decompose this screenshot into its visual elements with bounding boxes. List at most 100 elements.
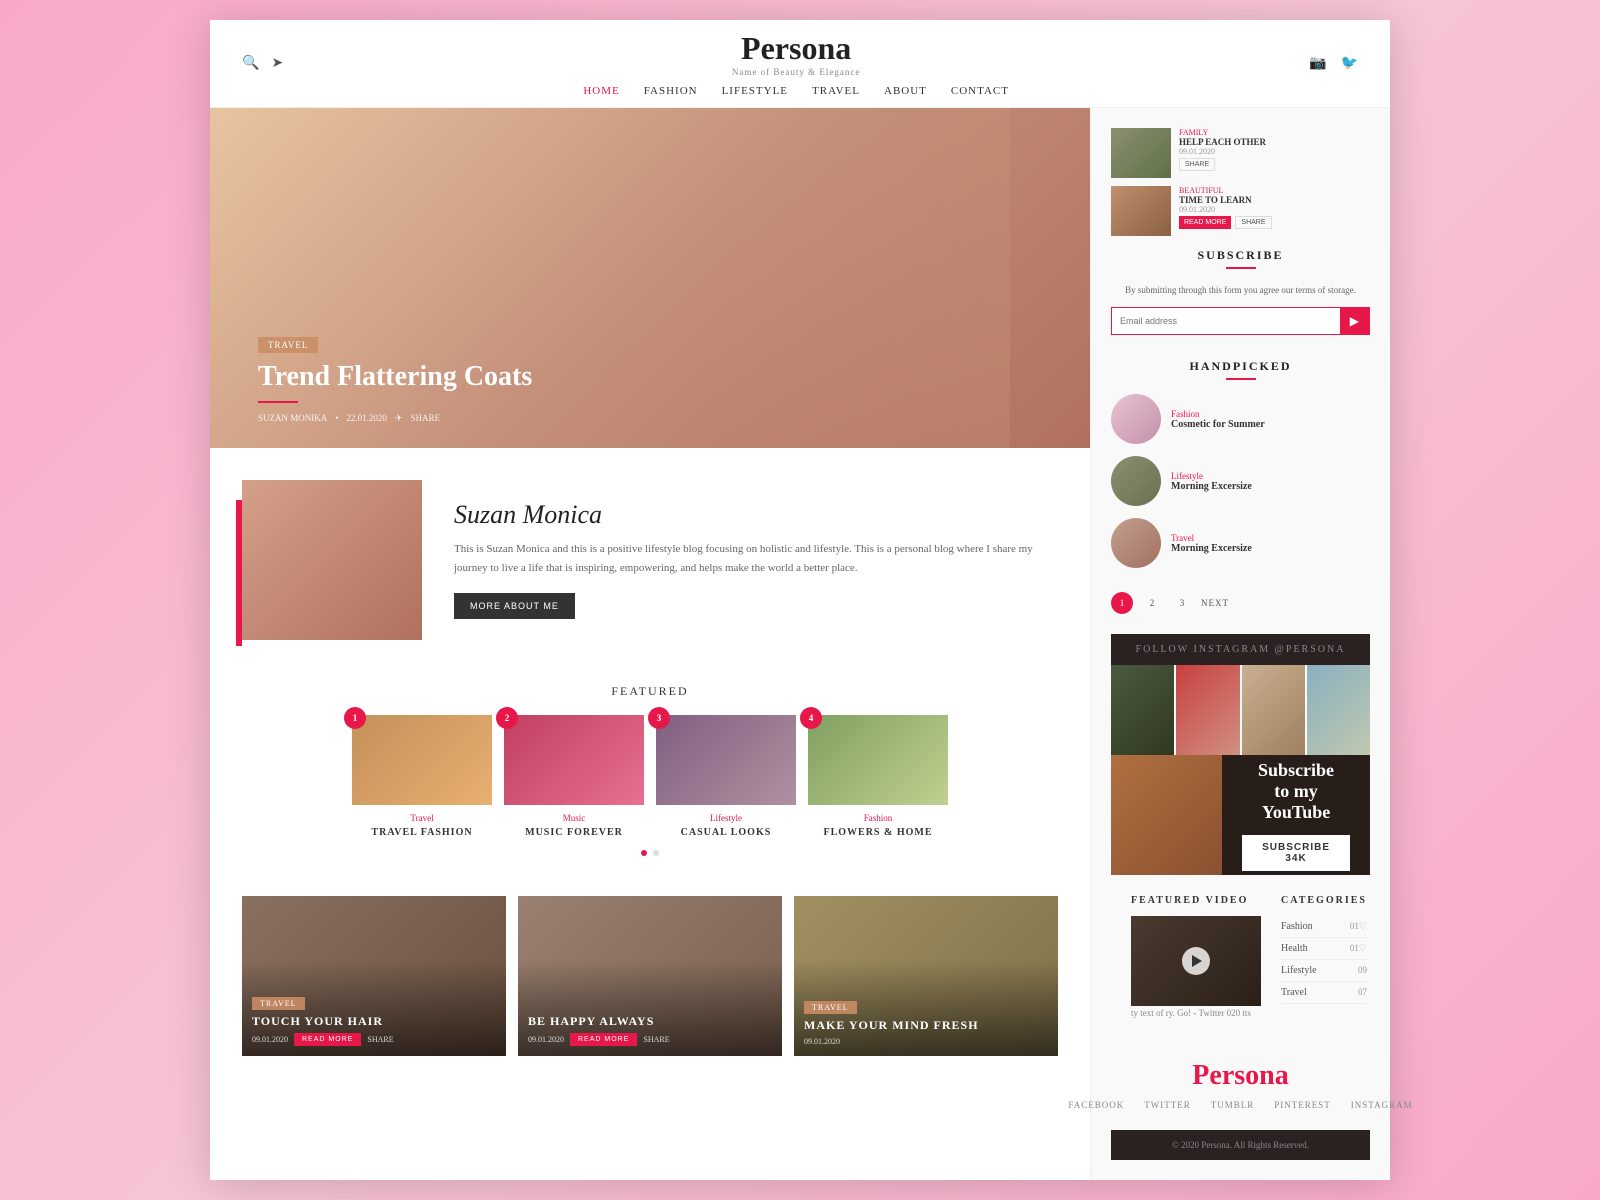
- insta-thumb-4[interactable]: [1307, 665, 1370, 755]
- hero-share: ✈: [395, 413, 403, 424]
- header: 🔍 ➤ Persona Name of Beauty & Elegance HO…: [210, 20, 1390, 108]
- footer-instagram[interactable]: INSTAGRAM: [1351, 1100, 1413, 1110]
- featured-item-1: 1 Travel TRAVEL FASHION: [352, 715, 492, 838]
- footer-logo: Persona: [1131, 1060, 1350, 1092]
- hero-title: Trend Flattering Coats: [258, 361, 532, 393]
- featured-label-1: TRAVEL FASHION: [352, 827, 492, 838]
- bottom-card-content-3: TRAVEL Make Your Mind Fresh 09.01.2020: [794, 896, 1058, 1056]
- handpicked-cat-3: Travel: [1171, 533, 1252, 543]
- bottom-card-meta-1: 09.01.2020 READ MORE SHARE: [252, 1033, 496, 1046]
- logo-rest: ersona: [761, 30, 852, 66]
- about-btn[interactable]: MORE ABOUT ME: [454, 593, 575, 619]
- footer-tumblr[interactable]: TUMBLR: [1211, 1100, 1255, 1110]
- hero-separator: •: [335, 413, 338, 423]
- share-btn-1[interactable]: SHARE: [1179, 158, 1215, 171]
- twitter-icon[interactable]: 🐦: [1341, 55, 1358, 72]
- subscribe-input[interactable]: [1112, 308, 1340, 334]
- featured-num-2: 2: [496, 707, 518, 729]
- read-more-btn-2[interactable]: READ MORE: [570, 1033, 637, 1046]
- youtube-content: Subscribeto my YouTube SUBSCRIBE 34K: [1222, 755, 1370, 875]
- page-2[interactable]: 2: [1141, 592, 1163, 614]
- footer-facebook[interactable]: FACEBOOK: [1068, 1100, 1124, 1110]
- cat-row-travel: Travel 07: [1281, 982, 1367, 1004]
- header-left: 🔍 ➤: [242, 55, 283, 72]
- featured-label-3: CASUAL LOOKS: [656, 827, 796, 838]
- youtube-section: Subscribeto my YouTube SUBSCRIBE 34K: [1111, 755, 1370, 875]
- instagram-icon[interactable]: 📷: [1309, 55, 1326, 72]
- bottom-card-date-2: 09.01.2020: [528, 1035, 564, 1044]
- footer-twitter[interactable]: TWITTER: [1144, 1100, 1191, 1110]
- read-more-btn-1[interactable]: READ MORE: [294, 1033, 361, 1046]
- youtube-image: [1111, 755, 1222, 875]
- cat-count-lifestyle: 09: [1358, 965, 1367, 976]
- dot-2[interactable]: [653, 850, 659, 856]
- handpicked-thumb-3: [1111, 518, 1161, 568]
- page-next[interactable]: NEXT: [1201, 598, 1229, 608]
- nav-travel[interactable]: TRAVEL: [812, 85, 860, 97]
- about-content: Suzan Monica This is Suzan Monica and th…: [454, 500, 1058, 619]
- video-thumbnail[interactable]: [1131, 916, 1261, 1006]
- nav-contact[interactable]: CONTACT: [951, 85, 1009, 97]
- featured-label-4: FLOWERS & HOME: [808, 827, 948, 838]
- sidebar-post-date-2: 09.01.2020: [1179, 205, 1272, 214]
- cat-row-fashion: Fashion 01♡: [1281, 916, 1367, 938]
- handpicked-label-1: Cosmetic for Summer: [1171, 419, 1265, 430]
- arrow-icon[interactable]: ➤: [271, 55, 283, 72]
- handpicked-label-3: Morning Excersize: [1171, 543, 1252, 554]
- bottom-card-2: BE HAPPY ALWAYS 09.01.2020 READ MORE SHA…: [518, 896, 782, 1056]
- featured-title: FEATURED: [242, 684, 1058, 699]
- sidebar-recent-posts: FAMILY HELP EACH OTHER 09.01.2020 SHARE …: [1111, 128, 1370, 236]
- insta-thumb-2[interactable]: [1176, 665, 1239, 755]
- sidebar-post-cat-2: BEAUTIFUL: [1179, 186, 1272, 195]
- handpicked-item-2: Lifestyle Morning Excersize: [1111, 456, 1370, 506]
- handpicked-title: HANDPICKED: [1111, 359, 1370, 374]
- youtube-subscribe-btn[interactable]: SUBSCRIBE 34K: [1242, 835, 1350, 871]
- nav-about[interactable]: ABOUT: [884, 85, 927, 97]
- sidebar-post-title-2: TIME TO LEARN: [1179, 195, 1272, 205]
- subscribe-title: SUBSCRIBE: [1111, 248, 1370, 263]
- sidebar-post-cat-1: FAMILY: [1179, 128, 1266, 137]
- dot-1[interactable]: [641, 850, 647, 856]
- about-section: Suzan Monica This is Suzan Monica and th…: [210, 448, 1090, 664]
- nav-fashion[interactable]: FASHION: [644, 85, 698, 97]
- bottom-card-3: TRAVEL Make Your Mind Fresh 09.01.2020: [794, 896, 1058, 1056]
- footer-logo-area: Persona FACEBOOK TWITTER TUMBLR PINTERES…: [1111, 1040, 1370, 1130]
- insta-thumb-3[interactable]: [1242, 665, 1305, 755]
- read-more-sidebar-2[interactable]: READ MORE: [1179, 216, 1231, 229]
- pagination: 1 2 3 NEXT: [1111, 592, 1370, 614]
- logo-text: Persona: [732, 30, 860, 67]
- header-right: 📷 🐦: [1309, 55, 1358, 72]
- featured-video-title: FEATURED VIDEO: [1131, 895, 1261, 906]
- categories-title: CATEGORIES: [1281, 895, 1367, 906]
- insta-thumb-1[interactable]: [1111, 665, 1174, 755]
- nav-lifestyle[interactable]: LIFESTYLE: [722, 85, 788, 97]
- handpicked-thumb-2: [1111, 456, 1161, 506]
- handpicked-cat-1: Fashion: [1171, 409, 1265, 419]
- footer-social: FACEBOOK TWITTER TUMBLR PINTEREST INSTAG…: [1131, 1100, 1350, 1110]
- search-icon[interactable]: 🔍: [242, 55, 259, 72]
- footer-pinterest[interactable]: PINTEREST: [1274, 1100, 1331, 1110]
- featured-video-side: FEATURED VIDEO ty text of ry. Go! - Twit…: [1131, 895, 1261, 1020]
- nav-home[interactable]: HOME: [583, 85, 619, 97]
- play-triangle-icon: [1192, 955, 1202, 967]
- sidebar-post-actions-2: READ MORE SHARE: [1179, 216, 1272, 229]
- subscribe-underline: [1226, 267, 1256, 269]
- about-image: [242, 480, 422, 640]
- play-button[interactable]: [1182, 947, 1210, 975]
- handpicked-item-1: Fashion Cosmetic for Summer: [1111, 394, 1370, 444]
- bottom-card-title-1: TOUCH YOUR HAIR: [252, 1014, 496, 1029]
- hero: TRAVEL Trend Flattering Coats SUZAN MONI…: [210, 108, 1090, 448]
- hero-share-text: SHARE: [410, 413, 440, 423]
- featured-img-4: 4: [808, 715, 948, 805]
- subscribe-btn[interactable]: ▶: [1340, 308, 1369, 334]
- share-btn-2[interactable]: SHARE: [1235, 216, 1271, 229]
- handpicked-cat-2: Lifestyle: [1171, 471, 1252, 481]
- main-layout: TRAVEL Trend Flattering Coats SUZAN MONI…: [210, 108, 1390, 1181]
- featured-num-4: 4: [800, 707, 822, 729]
- page-3[interactable]: 3: [1171, 592, 1193, 614]
- sidebar: FAMILY HELP EACH OTHER 09.01.2020 SHARE …: [1090, 108, 1390, 1181]
- featured-item-2: 2 Music MUSIC FOREVER: [504, 715, 644, 838]
- page-1[interactable]: 1: [1111, 592, 1133, 614]
- footer-logo-rest: ersona: [1209, 1060, 1288, 1091]
- cat-row-lifestyle: Lifestyle 09: [1281, 960, 1367, 982]
